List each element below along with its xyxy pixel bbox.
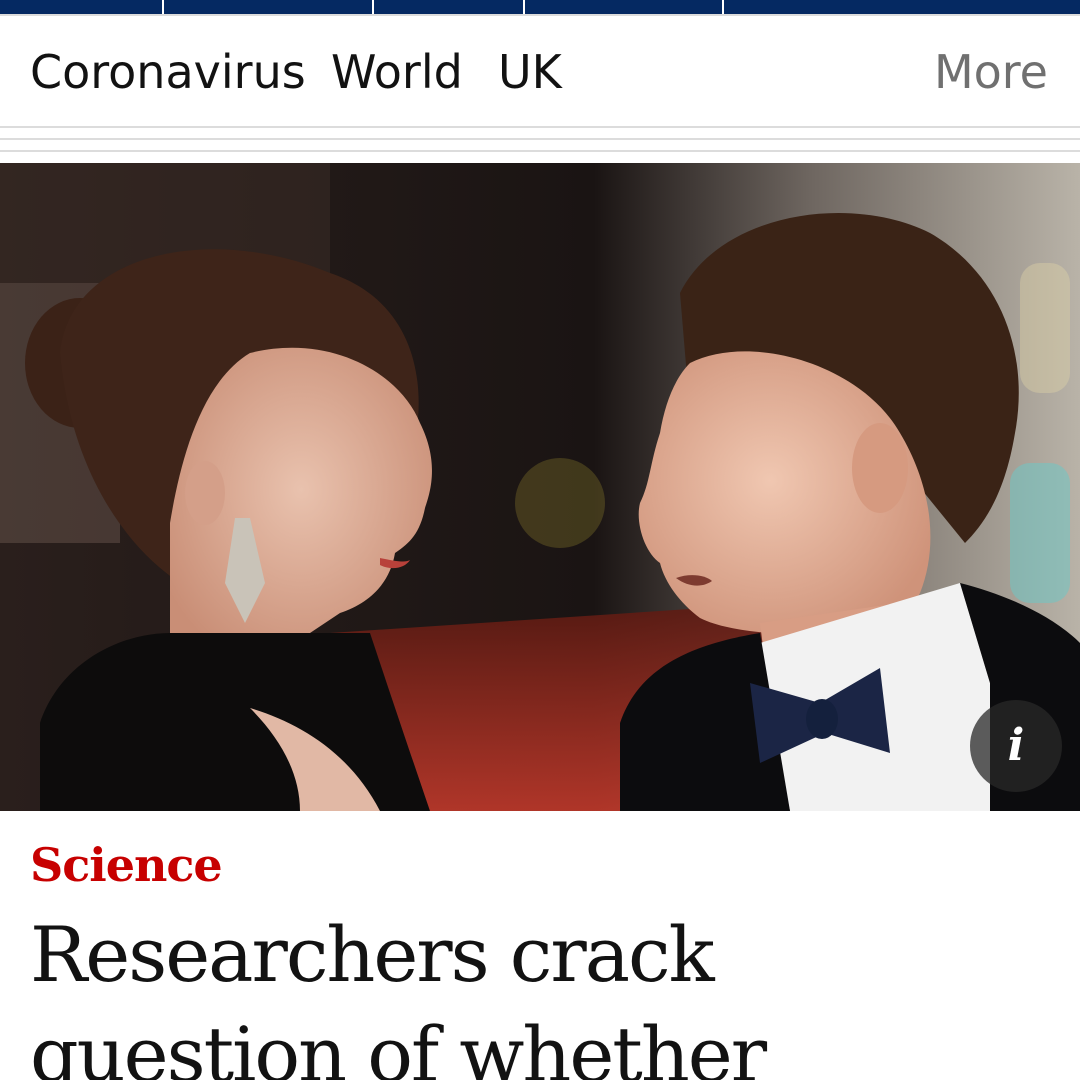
pillar-divider [372, 0, 374, 14]
info-icon: i [1007, 720, 1025, 771]
nav-item-coronavirus[interactable]: Coronavirus [30, 44, 306, 100]
headline-line: Researchers crack [30, 910, 715, 999]
hero-image [0, 163, 1080, 811]
divider [0, 126, 1080, 128]
nav-more-button[interactable]: More [934, 44, 1048, 100]
pillar-strip [0, 0, 1080, 14]
article-page: Coronavirus World UK More i Science Rese… [0, 0, 1080, 1080]
divider [0, 150, 1080, 152]
nav-item-world[interactable]: World [331, 44, 463, 100]
nav-item-uk[interactable]: UK [498, 44, 562, 100]
pillar-divider [523, 0, 525, 14]
pillar-divider [722, 0, 724, 14]
headline-line: question of whether [30, 1010, 767, 1080]
image-info-button[interactable]: i [970, 700, 1062, 792]
hero-photo [0, 163, 1080, 811]
section-kicker[interactable]: Science [30, 836, 223, 894]
article-headline[interactable]: Researchers crack question of whether [30, 905, 1070, 1080]
section-nav: Coronavirus World UK More [0, 16, 1080, 126]
divider [0, 138, 1080, 140]
pillar-divider [162, 0, 164, 14]
